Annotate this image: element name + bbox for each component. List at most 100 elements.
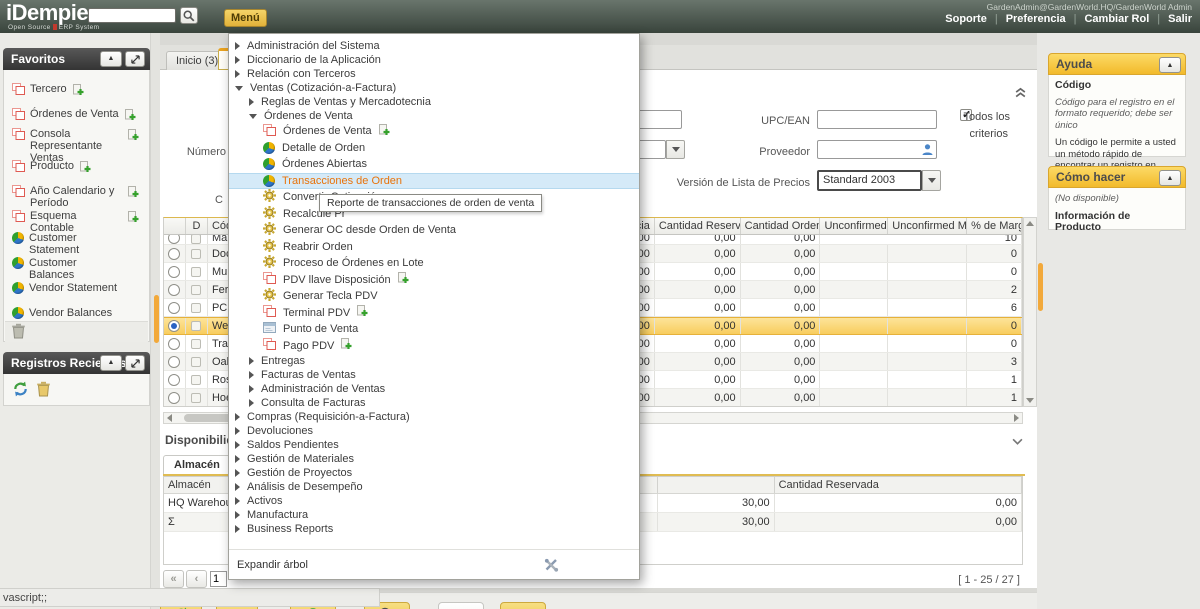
scroll-down-icon[interactable] [1026,398,1034,403]
row-checkbox[interactable] [191,267,201,277]
row-radio[interactable] [168,374,180,386]
row-radio[interactable] [168,235,180,244]
row-checkbox[interactable] [191,375,201,385]
menu-item-rdenes-de-venta[interactable]: Órdenes de Venta [229,123,639,140]
tree-expand-icon[interactable] [235,427,240,435]
tree-expand-icon[interactable] [235,441,240,449]
menu-item-rdenes-abiertas[interactable]: Órdenes Abiertas [229,156,639,173]
d-column-header[interactable]: D [186,218,208,234]
howto-item-link[interactable]: Información de Producto [1055,211,1179,234]
new-record-icon[interactable] [357,305,368,320]
menu-item-gesti-n-de-materiales[interactable]: Gestión de Materiales [229,452,639,466]
trash-icon[interactable] [11,323,26,342]
search-button[interactable] [180,7,198,24]
qty-column-header[interactable] [658,477,775,493]
customize-button[interactable] [438,602,484,609]
menu-item-transacciones-de-orden[interactable]: Transacciones de Orden [229,173,639,190]
howto-collapse-button[interactable]: ▲ [1159,170,1181,186]
new-record-icon[interactable] [379,124,390,139]
new-record-icon[interactable] [398,272,409,287]
upc-field[interactable] [817,110,937,129]
row-checkbox[interactable] [191,249,201,259]
new-record-icon[interactable] [128,186,139,201]
recent-expand-button[interactable] [125,355,145,371]
support-link[interactable]: Soporte [945,13,987,25]
menu-item-administraci-n-de-ventas[interactable]: Administración de Ventas [229,382,639,396]
row-radio-cell[interactable] [164,281,186,298]
tree-expand-icon[interactable] [249,385,254,393]
row-radio-cell[interactable] [164,263,186,280]
sidebar-item-a-o-calendario-y-per-odo[interactable]: Año Calendario y Período [12,185,146,209]
east-splitter-handle[interactable] [1038,263,1043,311]
tree-expand-icon[interactable] [235,42,240,50]
results-vertical-scrollbar[interactable] [1023,217,1037,407]
row-radio[interactable] [168,284,180,296]
numero-combo-arrow[interactable] [666,140,685,159]
row-checkbox[interactable] [191,321,201,331]
cancel-button[interactable] [500,602,546,609]
row-checkbox-cell[interactable] [186,235,208,244]
margen-column-header[interactable]: % de Margen [967,218,1022,234]
page-number-input[interactable] [210,571,227,587]
favorites-expand-button[interactable] [125,51,145,67]
row-radio-cell[interactable] [164,353,186,370]
menu-item-consulta-de-facturas[interactable]: Consulta de Facturas [229,396,639,410]
favorites-collapse-button[interactable]: ▲ [100,51,122,67]
sidebar-item-tercero[interactable]: Tercero [12,83,146,99]
menu-item-an-lisis-de-desempe-o[interactable]: Análisis de Desempeño [229,480,639,494]
tree-expand-icon[interactable] [235,413,240,421]
row-checkbox-cell[interactable] [186,245,208,262]
row-checkbox[interactable] [191,235,201,244]
menu-item-devoluciones[interactable]: Devoluciones [229,424,639,438]
new-record-icon[interactable] [73,84,84,99]
menu-item-proceso-de-rdenes-en-lote[interactable]: Proceso de Órdenes en Lote [229,255,639,272]
menu-item-punto-de-venta[interactable]: Punto de Venta [229,321,639,338]
unconfirmed-qty-column-header[interactable]: Unconfirmed Qty [820,218,888,234]
row-radio-cell[interactable] [164,245,186,262]
tree-expand-icon[interactable] [235,469,240,477]
row-radio[interactable] [168,338,180,350]
row-radio-cell[interactable] [164,335,186,352]
row-radio-cell[interactable] [164,318,186,334]
collapse-availability-icon[interactable] [1012,436,1023,448]
menu-item-administraci-n-del-sistema[interactable]: Administración del Sistema [229,39,639,53]
tree-expand-icon[interactable] [249,399,254,407]
row-radio[interactable] [168,320,180,332]
row-checkbox-cell[interactable] [186,389,208,406]
expand-tree-link[interactable]: Expandir árbol [237,559,308,571]
menu-item-entregas[interactable]: Entregas [229,354,639,368]
ordenada-column-header[interactable]: Cantidad Ordenada [741,218,821,234]
new-record-icon[interactable] [128,129,139,144]
row-radio[interactable] [168,302,180,314]
row-radio[interactable] [168,356,180,368]
row-radio-cell[interactable] [164,371,186,388]
tree-expand-icon[interactable] [249,357,254,365]
menu-button[interactable]: Menú [224,9,267,27]
west-splitter-handle[interactable] [154,295,159,343]
row-radio[interactable] [168,266,180,278]
tree-expand-icon[interactable] [235,497,240,505]
scroll-right-icon[interactable] [1014,414,1019,422]
sidebar-item-esquema-contable[interactable]: Esquema Contable [12,210,146,234]
pricelist-combo-arrow[interactable] [922,170,941,191]
reservada-column-header[interactable]: Cantidad Reservada [655,218,741,234]
row-radio[interactable] [168,248,180,260]
sidebar-item-consola-representante-ventas[interactable]: Consola Representante Ventas [12,128,146,164]
row-checkbox-cell[interactable] [186,281,208,298]
row-checkbox-cell[interactable] [186,353,208,370]
sidebar-item-producto[interactable]: Producto [12,160,146,176]
row-radio-cell[interactable] [164,235,186,244]
row-checkbox[interactable] [191,303,201,313]
row-checkbox[interactable] [191,285,201,295]
sidebar-item-customer-statement[interactable]: Customer Statement [12,232,146,256]
menu-item-gesti-n-de-proyectos[interactable]: Gestión de Proyectos [229,466,639,480]
preferences-link[interactable]: Preferencia [1006,13,1066,25]
sidebar-item-vendor-statement[interactable]: Vendor Statement [12,282,146,294]
tree-expand-icon[interactable] [249,371,254,379]
pricelist-combo[interactable]: Standard 2003 [817,170,922,191]
tree-expand-icon[interactable] [249,98,254,106]
tree-collapse-icon[interactable] [235,86,243,91]
row-checkbox-cell[interactable] [186,318,208,334]
row-checkbox[interactable] [191,339,201,349]
menu-item-ventas-cotizaci-n-a-factura[interactable]: Ventas (Cotización-a-Factura) [229,81,639,95]
